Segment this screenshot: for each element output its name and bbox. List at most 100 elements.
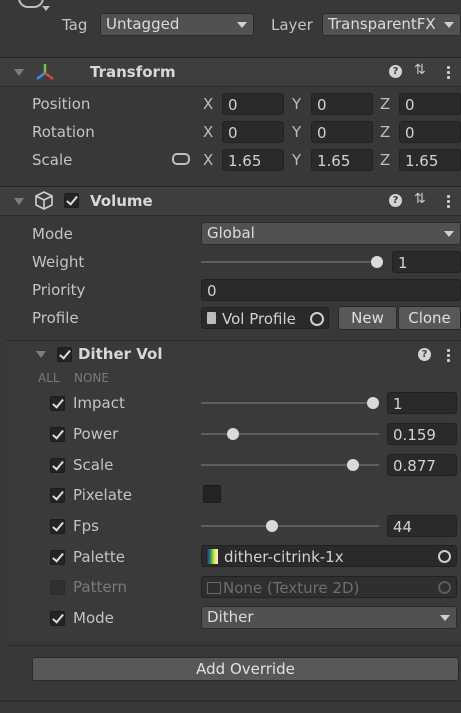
impact-slider-handle[interactable] <box>367 397 379 409</box>
gameobject-icon <box>18 0 44 8</box>
position-z-label[interactable]: Z <box>380 95 390 113</box>
rotation-z-label[interactable]: Z <box>380 123 390 141</box>
dither-title: Dither Vol <box>78 345 163 363</box>
object-picker-icon[interactable] <box>438 581 451 594</box>
priority-field[interactable]: 0 <box>201 279 461 301</box>
rotation-y-label[interactable]: Y <box>292 123 301 141</box>
weight-label: Weight <box>32 253 85 271</box>
palette-field[interactable]: dither-citrink-1x <box>201 545 457 567</box>
impact-slider-track[interactable] <box>201 402 379 404</box>
add-override-button[interactable]: Add Override <box>32 657 459 681</box>
footer-divider <box>6 645 461 646</box>
position-x-label[interactable]: X <box>203 95 213 113</box>
fps-override-checkbox[interactable] <box>50 519 65 534</box>
rotation-y-field[interactable]: 0 <box>311 121 373 143</box>
palette-texture-icon <box>207 549 218 564</box>
weight-field[interactable]: 1 <box>392 251 461 273</box>
tag-value: Untagged <box>106 15 180 33</box>
foldout-arrow-icon[interactable] <box>14 69 24 76</box>
volume-header[interactable]: Volume ? ⇅ <box>0 186 461 216</box>
power-label: Power <box>73 425 119 443</box>
fps-slider-handle[interactable] <box>265 520 278 532</box>
tag-dropdown[interactable]: Untagged <box>100 13 254 36</box>
help-icon[interactable]: ? <box>389 194 402 207</box>
rotation-z-field[interactable]: 0 <box>399 121 461 143</box>
layer-value: TransparentFX <box>328 15 436 33</box>
position-y-label[interactable]: Y <box>292 95 301 113</box>
palette-value: dither-citrink-1x <box>224 548 344 566</box>
scale-z-label[interactable]: Z <box>380 151 390 169</box>
object-picker-icon[interactable] <box>310 312 324 326</box>
cube-icon <box>35 191 53 210</box>
dither-mode-dropdown[interactable]: Dither <box>201 606 457 629</box>
chevron-down-icon <box>444 231 454 237</box>
new-profile-button[interactable]: New <box>338 306 397 330</box>
more-options-icon[interactable] <box>447 66 450 81</box>
pixelate-label: Pixelate <box>73 486 132 504</box>
dither-header[interactable]: Dither Vol ? <box>6 341 461 369</box>
pixelate-checkbox[interactable] <box>203 485 221 503</box>
layer-dropdown[interactable]: TransparentFX <box>322 13 461 36</box>
rotation-label: Rotation <box>32 123 95 141</box>
volume-enabled-checkbox[interactable] <box>64 193 79 208</box>
profile-label: Profile <box>32 309 79 327</box>
presets-icon[interactable]: ⇅ <box>414 62 426 78</box>
scale-y-field[interactable]: 1.65 <box>311 149 373 171</box>
profile-field[interactable]: Vol Profile <box>201 307 329 329</box>
pattern-field[interactable]: None (Texture 2D) <box>201 576 457 598</box>
all-toggle[interactable]: ALL <box>38 371 60 385</box>
help-icon[interactable]: ? <box>418 348 431 361</box>
position-x-field[interactable]: 0 <box>222 93 284 115</box>
none-toggle[interactable]: NONE <box>74 371 109 385</box>
rotation-x-label[interactable]: X <box>203 123 213 141</box>
weight-slider-track[interactable] <box>201 261 383 263</box>
impact-field[interactable]: 1 <box>387 392 457 414</box>
scale-y-label[interactable]: Y <box>292 151 301 169</box>
fps-field[interactable]: 44 <box>387 515 457 537</box>
volume-mode-dropdown[interactable]: Global <box>201 222 461 245</box>
foldout-arrow-icon[interactable] <box>14 198 24 205</box>
palette-override-checkbox[interactable] <box>50 550 65 565</box>
tag-label: Tag <box>62 16 88 34</box>
more-options-icon[interactable] <box>447 195 450 210</box>
position-z-field[interactable]: 0 <box>399 93 461 115</box>
link-icon[interactable] <box>172 153 190 165</box>
position-label: Position <box>32 95 91 113</box>
bottom-divider <box>0 700 461 702</box>
gameobject-caret-icon[interactable] <box>42 6 50 11</box>
pattern-override-checkbox[interactable] <box>50 580 65 595</box>
impact-label: Impact <box>73 394 125 412</box>
impact-override-checkbox[interactable] <box>50 396 65 411</box>
rotation-x-field[interactable]: 0 <box>222 121 284 143</box>
dither-mode-value: Dither <box>207 608 254 626</box>
scale-x-label[interactable]: X <box>203 151 213 169</box>
position-y-field[interactable]: 0 <box>311 93 373 115</box>
scale-override-checkbox[interactable] <box>50 458 65 473</box>
object-picker-icon[interactable] <box>438 550 451 563</box>
clone-profile-button[interactable]: Clone <box>398 306 461 330</box>
texture-icon <box>207 582 221 594</box>
foldout-arrow-icon[interactable] <box>36 351 46 358</box>
mode-override-checkbox[interactable] <box>50 611 65 626</box>
scale-z-field[interactable]: 1.65 <box>399 149 461 171</box>
power-override-checkbox[interactable] <box>50 427 65 442</box>
pixelate-override-checkbox[interactable] <box>50 488 65 503</box>
more-options-icon[interactable] <box>447 349 450 364</box>
help-icon[interactable]: ? <box>389 65 402 78</box>
fps-slider-track[interactable] <box>201 525 379 527</box>
power-field[interactable]: 0.159 <box>387 423 457 445</box>
volume-mode-label: Mode <box>32 225 73 243</box>
scale-slider-handle[interactable] <box>346 459 359 471</box>
presets-icon[interactable]: ⇅ <box>414 191 426 207</box>
profile-value: Vol Profile <box>222 310 296 328</box>
chevron-down-icon <box>444 22 454 28</box>
transform-header[interactable]: Transform ? ⇅ <box>0 57 461 87</box>
weight-slider-handle[interactable] <box>371 256 383 268</box>
pattern-value: None (Texture 2D) <box>223 579 360 597</box>
profile-asset-icon <box>207 312 216 324</box>
scale-x-field[interactable]: 1.65 <box>222 149 284 171</box>
dither-scale-field[interactable]: 0.877 <box>387 454 457 476</box>
chevron-down-icon <box>440 615 450 621</box>
dither-enabled-checkbox[interactable] <box>57 347 72 362</box>
dither-scale-label: Scale <box>73 456 114 474</box>
